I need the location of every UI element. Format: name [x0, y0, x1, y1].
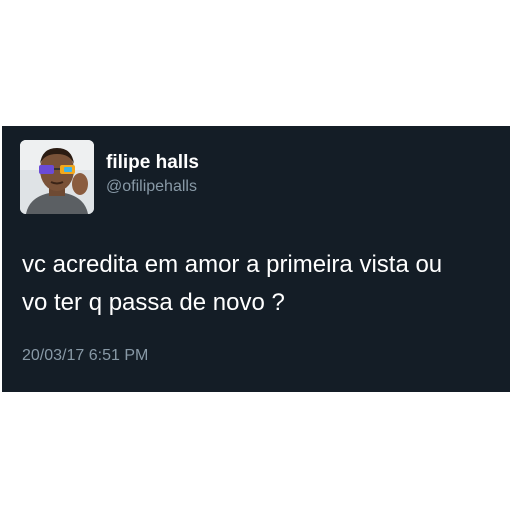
profile-photo-icon [20, 140, 94, 214]
tweet-text-line: vc acredita em amor a primeira vista ou [22, 251, 443, 278]
tweet-text: vc acredita em amor a primeira vista ou … [22, 246, 510, 322]
tweet-timestamp[interactable]: 20/03/17 6:51 PM [22, 347, 148, 365]
author-handle[interactable]: @ofilipehalls [106, 178, 197, 196]
tweet-text-line: vo ter q passa de novo ? [22, 289, 285, 316]
avatar[interactable] [20, 140, 94, 214]
author-display-name[interactable]: filipe halls [106, 152, 199, 174]
